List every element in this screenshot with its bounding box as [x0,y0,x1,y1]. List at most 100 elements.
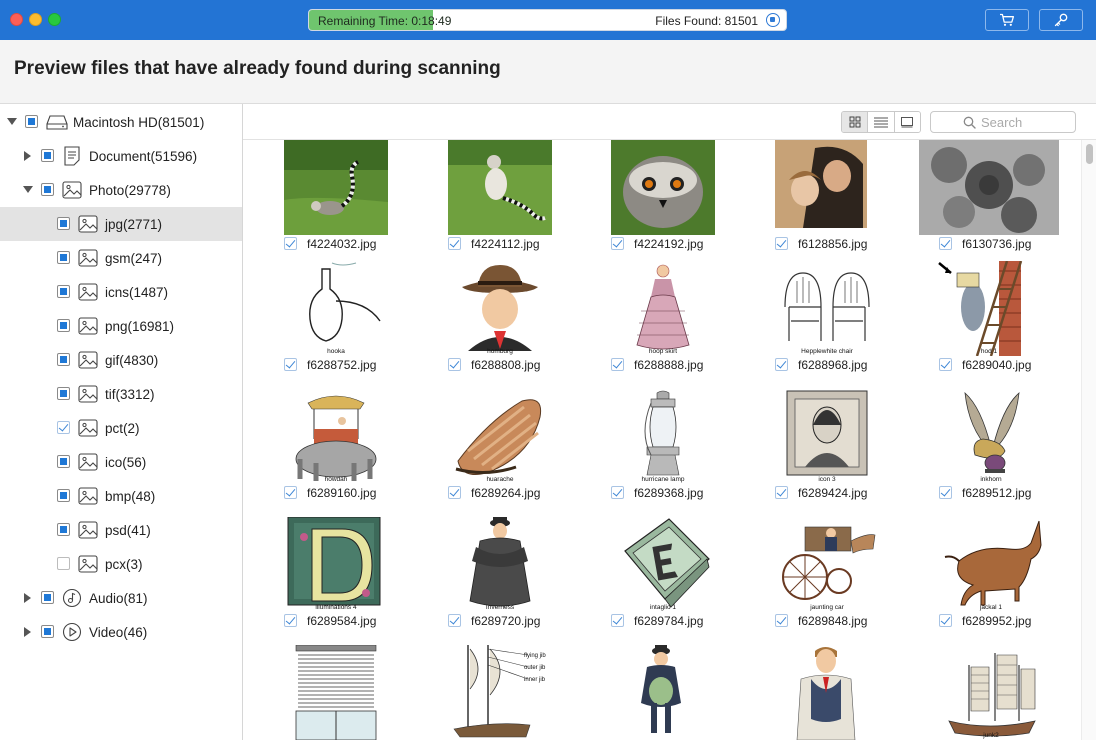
tree-checkbox[interactable] [57,251,70,264]
tree-item-audio[interactable]: Audio(81) [0,581,242,615]
tree-checkbox[interactable] [57,387,70,400]
file-tile[interactable]: inkhorn f6289512.jpg [899,389,1059,517]
file-tile[interactable]: f6128856.jpg [735,140,895,268]
tree-checkbox[interactable] [57,421,70,434]
file-tile[interactable] [244,645,404,740]
file-tile[interactable]: hoop skirt f6288888.jpg [571,261,731,389]
register-key-button[interactable] [1039,9,1083,31]
file-checkbox[interactable] [448,237,461,250]
tree-checkbox[interactable] [41,149,54,162]
tree-item-ico[interactable]: ico(56) [0,445,242,479]
grid-scrollbar[interactable] [1081,140,1096,740]
tree-checkbox[interactable] [57,557,70,570]
tree-item-photo[interactable]: Photo(29778) [0,173,242,207]
file-checkbox[interactable] [284,486,297,499]
file-checkbox[interactable] [448,358,461,371]
disclosure-collapsed-icon[interactable] [23,627,33,637]
file-tile[interactable]: jackal 1 f6289952.jpg [899,517,1059,645]
file-checkbox[interactable] [284,237,297,250]
tree-checkbox[interactable] [41,183,54,196]
tree-item-pct[interactable]: pct(2) [0,411,242,445]
disclosure-collapsed-icon[interactable] [23,593,33,603]
tree-item-tif[interactable]: tif(3312) [0,377,242,411]
file-checkbox[interactable] [775,614,788,627]
tree-item-jpg[interactable]: jpg(2771) [0,207,242,241]
file-checkbox[interactable] [939,358,952,371]
grid-view-button[interactable] [842,112,869,132]
file-tile[interactable]: illuminations 4 f6289584.jpg [244,517,404,645]
file-checkbox[interactable] [775,486,788,499]
preview-view-button[interactable] [894,112,920,132]
cart-button[interactable] [985,9,1029,31]
file-checkbox[interactable] [775,237,788,250]
tree-checkbox[interactable] [57,319,70,332]
file-checkbox[interactable] [939,614,952,627]
file-checkbox[interactable] [611,237,624,250]
list-view-button[interactable] [868,112,895,132]
tree-item-psd[interactable]: psd(41) [0,513,242,547]
tree-item-png[interactable]: png(16981) [0,309,242,343]
file-checkbox[interactable] [611,614,624,627]
file-checkbox[interactable] [939,237,952,250]
file-checkbox[interactable] [611,358,624,371]
file-tile[interactable]: Hepplewhite chair f6288968.jpg [735,261,895,389]
file-tile[interactable]: huarache f6289264.jpg [408,389,568,517]
stop-scan-button[interactable] [766,13,780,27]
file-tile[interactable]: f4224032.jpg [244,140,404,268]
tree-item-icns[interactable]: icns(1487) [0,275,242,309]
scrollbar-thumb[interactable] [1086,144,1093,164]
tree-checkbox[interactable] [57,455,70,468]
file-name: f6289264.jpg [471,486,541,500]
tree-item-gsm[interactable]: gsm(247) [0,241,242,275]
file-thumbnail: hurricane lamp [611,389,715,484]
tree-checkbox[interactable] [25,115,38,128]
tree-checkbox[interactable] [57,353,70,366]
file-tile[interactable] [735,645,895,740]
tree-item-macintosh-hd[interactable]: Macintosh HD(81501) [0,105,242,139]
tree-checkbox[interactable] [41,591,54,604]
file-tile[interactable]: jaunting car f6289848.jpg [735,517,895,645]
file-name: f6288968.jpg [798,358,868,372]
window-minimize-button[interactable] [29,13,42,26]
tree-item-document[interactable]: Document(51596) [0,139,242,173]
tree-item-label: psd(41) [105,523,151,538]
file-checkbox[interactable] [448,486,461,499]
tree-checkbox[interactable] [57,489,70,502]
file-tile[interactable]: icon 3 f6289424.jpg [735,389,895,517]
tree-item-gif[interactable]: gif(4830) [0,343,242,377]
file-tile[interactable]: homburg f6288808.jpg [408,261,568,389]
disclosure-collapsed-icon[interactable] [23,151,33,161]
file-tile[interactable]: junk2 [899,645,1059,740]
tree-item-bmp[interactable]: bmp(48) [0,479,242,513]
tree-checkbox[interactable] [57,523,70,536]
file-tile[interactable] [571,645,731,740]
file-tile[interactable]: f6130736.jpg [899,140,1059,268]
file-tile[interactable]: f4224192.jpg [571,140,731,268]
window-close-button[interactable] [10,13,23,26]
disclosure-expanded-icon[interactable] [23,185,33,195]
search-field[interactable] [930,111,1076,133]
window-zoom-button[interactable] [48,13,61,26]
file-checkbox[interactable] [775,358,788,371]
file-checkbox[interactable] [939,486,952,499]
file-tile[interactable]: hurricane lamp f6289368.jpg [571,389,731,517]
file-checkbox[interactable] [284,614,297,627]
tree-checkbox[interactable] [57,217,70,230]
file-checkbox[interactable] [448,614,461,627]
file-checkbox[interactable] [284,358,297,371]
file-tile[interactable]: hod 1 f6289040.jpg [899,261,1059,389]
disclosure-expanded-icon[interactable] [7,117,17,127]
search-input[interactable] [981,115,1071,130]
file-tile[interactable]: Inverness f6289720.jpg [408,517,568,645]
tree-checkbox[interactable] [41,625,54,638]
file-tile[interactable]: f4224112.jpg [408,140,568,268]
tree-item-video[interactable]: Video(46) [0,615,242,649]
file-tile[interactable]: howdah f6289160.jpg [244,389,404,517]
file-tile[interactable]: intaglio 1 f6289784.jpg [571,517,731,645]
file-tile[interactable]: flying jib outer jib inner jib [408,645,568,740]
file-tile[interactable]: hooka f6288752.jpg [244,261,404,389]
file-checkbox[interactable] [611,486,624,499]
tree-item-pcx[interactable]: pcx(3) [0,547,242,581]
tree-checkbox[interactable] [57,285,70,298]
page-header: Preview files that have already found du… [0,40,1096,104]
